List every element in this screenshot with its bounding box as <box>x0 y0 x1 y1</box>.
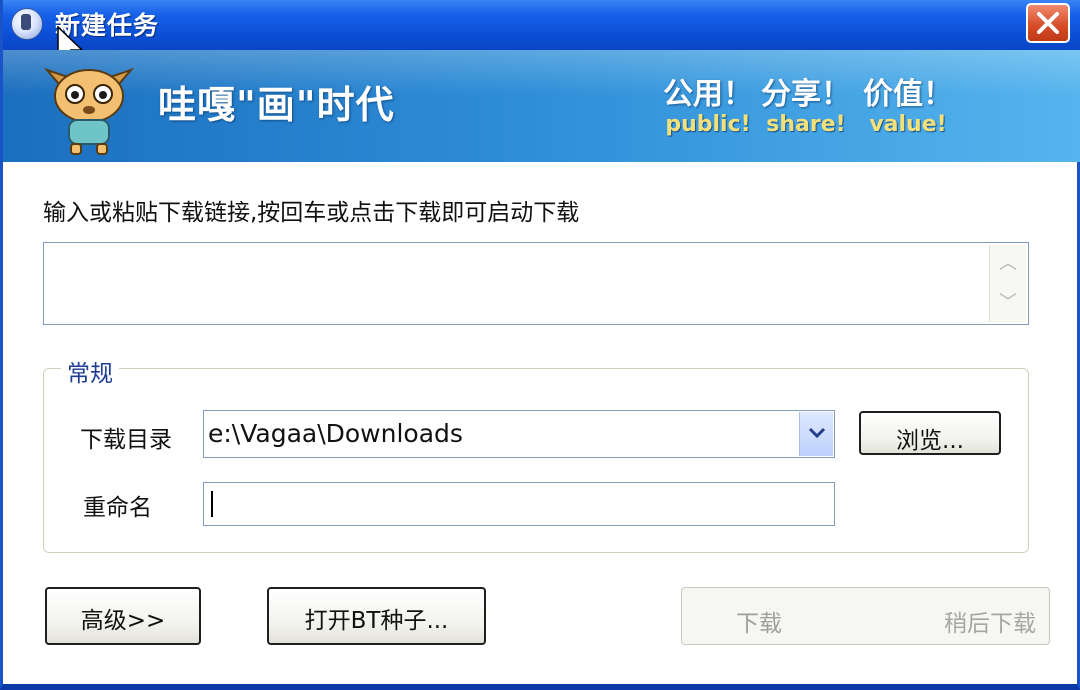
rename-input[interactable] <box>203 482 835 526</box>
motto-share: 分享！ share! <box>761 77 851 138</box>
scroll-down-icon[interactable]: ﹀ <box>990 284 1026 322</box>
download-button-label[interactable]: 下载 <box>736 604 782 638</box>
text-caret <box>211 491 213 517</box>
dropdown-button[interactable] <box>799 412 833 456</box>
banner: 哇嘎"画"时代 公用！ public! 分享！ share! 价值！ value… <box>3 50 1080 162</box>
instruction-text: 输入或粘贴下载链接,按回车或点击下载即可启动下载 <box>43 200 580 226</box>
close-button[interactable] <box>1026 3 1070 43</box>
banner-slogan: 哇嘎"画"时代 <box>158 83 395 127</box>
motto-public: 公用！ public! <box>663 77 753 138</box>
title-bar[interactable]: 新建任务 <box>3 0 1080 50</box>
app-icon <box>11 8 43 40</box>
scroll-up-icon[interactable]: ︿ <box>990 245 1026 283</box>
download-dir-value: e:\Vagaa\Downloads <box>208 419 463 448</box>
open-bt-torrent-button[interactable]: 打开BT种子... <box>267 587 486 645</box>
chevron-down-icon <box>808 427 826 439</box>
download-dir-combobox[interactable]: e:\Vagaa\Downloads <box>203 410 835 458</box>
textarea-scrollbar[interactable]: ︿ ﹀ <box>989 245 1026 322</box>
download-later-button-label[interactable]: 稍后下载 <box>944 604 1036 638</box>
download-button-group[interactable]: 下载 稍后下载 <box>681 587 1050 645</box>
mascot-icon <box>43 67 135 155</box>
advanced-button[interactable]: 高级>> <box>45 587 201 645</box>
general-group-title: 常规 <box>61 354 119 388</box>
browse-button[interactable]: 浏览... <box>859 411 1001 455</box>
rename-label: 重命名 <box>83 495 152 521</box>
new-task-dialog: 新建任务 哇嘎"画"时代 公用！ public! 分享！ share! 价值！ … <box>0 0 1080 690</box>
close-icon <box>1037 12 1059 34</box>
download-url-textarea[interactable]: ︿ ﹀ <box>43 242 1029 325</box>
motto-value: 价值！ value! <box>863 77 953 138</box>
download-dir-label: 下载目录 <box>80 427 172 453</box>
